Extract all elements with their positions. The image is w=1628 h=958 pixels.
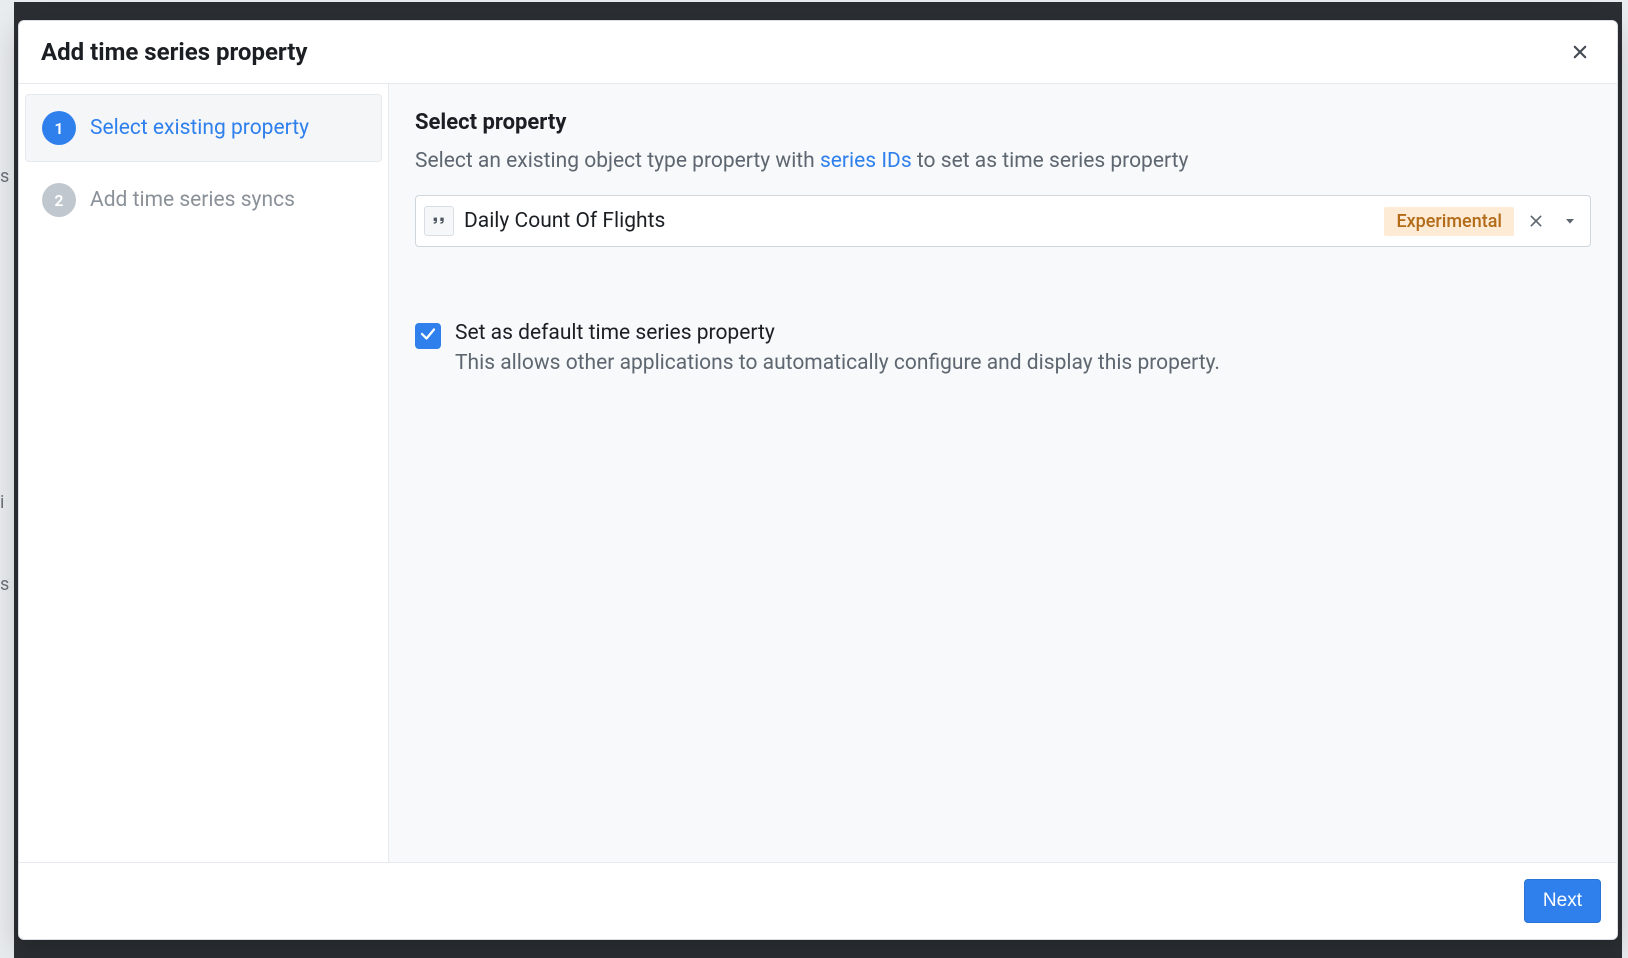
experimental-tag: Experimental	[1384, 207, 1514, 236]
quote-icon	[424, 206, 454, 236]
step-add-time-series-syncs[interactable]: 2 Add time series syncs	[25, 166, 382, 234]
step-label: Add time series syncs	[90, 186, 295, 214]
background-left-strip	[0, 0, 14, 958]
step-number-badge: 2	[42, 183, 76, 217]
checkbox-label: Set as default time series property	[455, 321, 1220, 345]
step-label: Select existing property	[90, 114, 309, 142]
section-title: Select property	[415, 110, 1591, 135]
property-select[interactable]: Daily Count Of Flights Experimental	[415, 195, 1591, 247]
dropdown-toggle-button[interactable]	[1558, 209, 1582, 233]
add-time-series-modal: Add time series property 1 Select existi…	[18, 20, 1618, 940]
step-select-existing-property[interactable]: 1 Select existing property	[25, 94, 382, 162]
default-time-series-checkbox[interactable]	[415, 323, 441, 349]
x-icon	[1528, 217, 1544, 232]
background-peek-text: s	[0, 166, 9, 187]
desc-text-post: to set as time series property	[917, 149, 1189, 173]
check-icon	[419, 325, 437, 347]
modal-content: Select property Select an existing objec…	[389, 84, 1617, 862]
default-time-series-option: Set as default time series property This…	[415, 321, 1591, 375]
modal-title: Add time series property	[41, 38, 308, 66]
modal-footer: Next	[19, 862, 1617, 939]
next-button[interactable]: Next	[1524, 879, 1601, 923]
series-ids-link[interactable]: series IDs	[820, 149, 912, 173]
modal-header: Add time series property	[19, 21, 1617, 84]
caret-down-icon	[1562, 217, 1578, 232]
background-right-strip	[1622, 0, 1628, 958]
property-select-value: Daily Count Of Flights	[464, 209, 1374, 233]
section-description: Select an existing object type property …	[415, 149, 1591, 173]
background-peek-text: s	[0, 574, 9, 595]
clear-selection-button[interactable]	[1524, 209, 1548, 233]
checkbox-text-group: Set as default time series property This…	[455, 321, 1220, 375]
stepper-sidebar: 1 Select existing property 2 Add time se…	[19, 84, 389, 862]
checkbox-description: This allows other applications to automa…	[455, 351, 1220, 375]
modal-body: 1 Select existing property 2 Add time se…	[19, 84, 1617, 862]
desc-text-pre: Select an existing object type property …	[415, 149, 820, 173]
background-top-strip	[0, 0, 1628, 2]
close-icon	[1571, 49, 1589, 64]
background-peek-text: i	[0, 492, 4, 513]
step-number-badge: 1	[42, 111, 76, 145]
close-button[interactable]	[1565, 37, 1595, 67]
